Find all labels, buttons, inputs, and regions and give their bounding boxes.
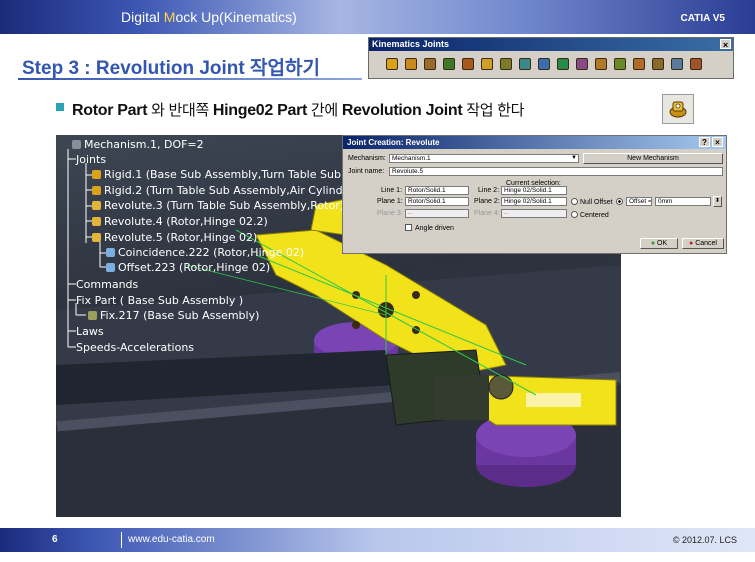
tree-node-rigid-2[interactable]: Rigid.2 (Turn Table Sub Assembly,Air Cyl…: [92, 184, 354, 197]
centered-option[interactable]: Centered: [571, 211, 609, 220]
catia-brand: CATIA V5: [680, 13, 725, 24]
offset-spinner[interactable]: ⬍: [713, 196, 722, 207]
tree-node-laws[interactable]: Laws: [76, 325, 104, 338]
toolbar-titlebar[interactable]: Kinematics Joints ×: [369, 38, 733, 51]
axis-system-joint-icon[interactable]: [687, 55, 704, 73]
rack-joint-icon[interactable]: [649, 55, 666, 73]
slide-curve-joint-icon[interactable]: [535, 55, 552, 73]
mechanism-select[interactable]: Mechanism.1 ▼: [389, 154, 579, 163]
tree-node-revolute-5[interactable]: Revolute.5 (Rotor,Hinge 02): [92, 231, 257, 244]
tree-node-rigid-1[interactable]: Rigid.1 (Base Sub Assembly,Turn Table Su…: [92, 168, 352, 181]
coincidence-constraint-icon: [106, 248, 115, 257]
new-mechanism-button[interactable]: New Mechanism: [583, 153, 723, 164]
angle-driven-option[interactable]: Angle driven: [405, 224, 454, 233]
line1-label: Line 1:: [381, 187, 403, 194]
tree-node-offset[interactable]: Offset.223 (Rotor,Hinge 02): [106, 261, 270, 274]
cv-joint-icon[interactable]: [611, 55, 628, 73]
tree-node-mechanism[interactable]: Mechanism.1, DOF=2: [72, 138, 204, 151]
cancel-icon: ●: [689, 240, 694, 247]
footer-band: 6 www.edu-catia.com © 2012.07. LCS: [0, 528, 755, 552]
rigid-joint-icon: [92, 170, 101, 179]
footer-url[interactable]: www.edu-catia.com: [128, 534, 215, 545]
tree-node-joints[interactable]: Joints: [76, 153, 106, 166]
toolbar-icon-row: [369, 51, 733, 73]
universal-joint-icon[interactable]: [592, 55, 609, 73]
mechanism-icon: [72, 140, 81, 149]
slide: Digital Mock Up(Kinematics) CATIA V5 Ste…: [0, 0, 755, 562]
line2-label: Line 2:: [478, 187, 500, 194]
plane1-label: Plane 1:: [377, 198, 403, 205]
toolbar-close-button[interactable]: ×: [720, 39, 731, 50]
cylindrical-joint-icon[interactable]: [421, 55, 438, 73]
chevron-down-icon: ▼: [571, 155, 577, 161]
angle-driven-checkbox[interactable]: [405, 224, 412, 231]
title-underline: [18, 78, 362, 80]
tree-node-fix-217[interactable]: Fix.217 (Base Sub Assembly): [88, 309, 259, 322]
revolute-joint-icon: [92, 201, 101, 210]
joint-creation-dialog: Joint Creation: Revolute ? × Mechanism: …: [342, 135, 727, 254]
null-offset-option[interactable]: Null Offset: [571, 198, 613, 207]
tree-node-revolute-3[interactable]: Revolute.3 (Turn Table Sub Assembly,Roto…: [92, 199, 344, 212]
fix-icon: [88, 311, 97, 320]
kinematics-joints-toolbar: Kinematics Joints ×: [368, 37, 734, 79]
footer-divider: [121, 532, 122, 548]
planar-joint-icon[interactable]: [478, 55, 495, 73]
null-offset-radio[interactable]: [571, 198, 578, 205]
screw-joint-icon[interactable]: [440, 55, 457, 73]
instruction-text: Rotor Part 와 반대쪽 Hinge02 Part 간에 Revolut…: [72, 102, 525, 119]
dialog-help-button[interactable]: ?: [699, 137, 710, 147]
plane4-label: Plane 4:: [474, 210, 500, 217]
tree-node-fix-part[interactable]: Fix Part ( Base Sub Assembly ): [76, 294, 243, 307]
offset-constraint-icon: [106, 263, 115, 272]
dialog-close-button[interactable]: ×: [712, 137, 723, 147]
cancel-button[interactable]: ● Cancel: [682, 238, 724, 249]
tree-node-revolute-4[interactable]: Revolute.4 (Rotor,Hinge 02.2): [92, 215, 268, 228]
point-curve-joint-icon[interactable]: [516, 55, 533, 73]
footer-copyright: © 2012.07. LCS: [672, 535, 737, 545]
line2-field[interactable]: Hinge 02/Solid.1: [501, 186, 567, 195]
plane3-label: Plane 3:: [377, 210, 403, 217]
roll-curve-joint-icon[interactable]: [554, 55, 571, 73]
centered-radio[interactable]: [571, 211, 578, 218]
revolute-joint-icon: [92, 233, 101, 242]
plane2-label: Plane 2:: [474, 198, 500, 205]
ok-button[interactable]: ● OK: [640, 238, 678, 249]
toolbar-title: Kinematics Joints: [372, 39, 450, 49]
revolute-joint-icon: [669, 101, 687, 118]
joint-name-label: Joint name:: [348, 168, 385, 175]
dialog-titlebar[interactable]: Joint Creation: Revolute ? ×: [343, 136, 726, 149]
dialog-title: Joint Creation: Revolute: [347, 138, 440, 147]
header-title: Digital Mock Up(Kinematics): [121, 9, 297, 25]
plane4-field: --: [501, 209, 567, 218]
cable-joint-icon[interactable]: [668, 55, 685, 73]
ok-icon: ●: [650, 240, 656, 247]
prismatic-joint-icon[interactable]: [402, 55, 419, 73]
offset-type-select[interactable]: Offset =: [626, 197, 652, 206]
offset-radio[interactable]: [616, 198, 623, 205]
gear-joint-icon[interactable]: [630, 55, 647, 73]
tree-node-commands[interactable]: Commands: [76, 278, 138, 291]
tree-node-coincidence[interactable]: Coincidence.222 (Rotor,Hinge 02): [106, 246, 304, 259]
spherical-joint-icon[interactable]: [459, 55, 476, 73]
offset-option[interactable]: [616, 198, 625, 207]
tree-node-speeds[interactable]: Speeds-Accelerations: [76, 341, 194, 354]
step-title: Step 3 : Revolution Joint 작업하기: [22, 58, 320, 79]
rigid-joint-icon[interactable]: [497, 55, 514, 73]
page-number: 6: [52, 534, 58, 545]
point-surface-joint-icon[interactable]: [573, 55, 590, 73]
bullet-icon: [56, 103, 64, 111]
revolute-joint-button[interactable]: [662, 94, 694, 124]
line1-field[interactable]: Rotor/Solid.1: [405, 186, 469, 195]
plane2-field[interactable]: Hinge 02/Solid.1: [501, 197, 567, 206]
header-band: Digital Mock Up(Kinematics) CATIA V5: [0, 0, 755, 34]
offset-value-field[interactable]: 0mm: [655, 197, 711, 206]
revolute-joint-icon[interactable]: [383, 55, 400, 73]
rigid-joint-icon: [92, 186, 101, 195]
plane1-field[interactable]: Rotor/Solid.1: [405, 197, 469, 206]
plane3-field: --: [405, 209, 469, 218]
mechanism-label: Mechanism:: [348, 155, 386, 162]
joint-name-field[interactable]: Revolute.5: [389, 167, 723, 176]
revolute-joint-icon: [92, 217, 101, 226]
